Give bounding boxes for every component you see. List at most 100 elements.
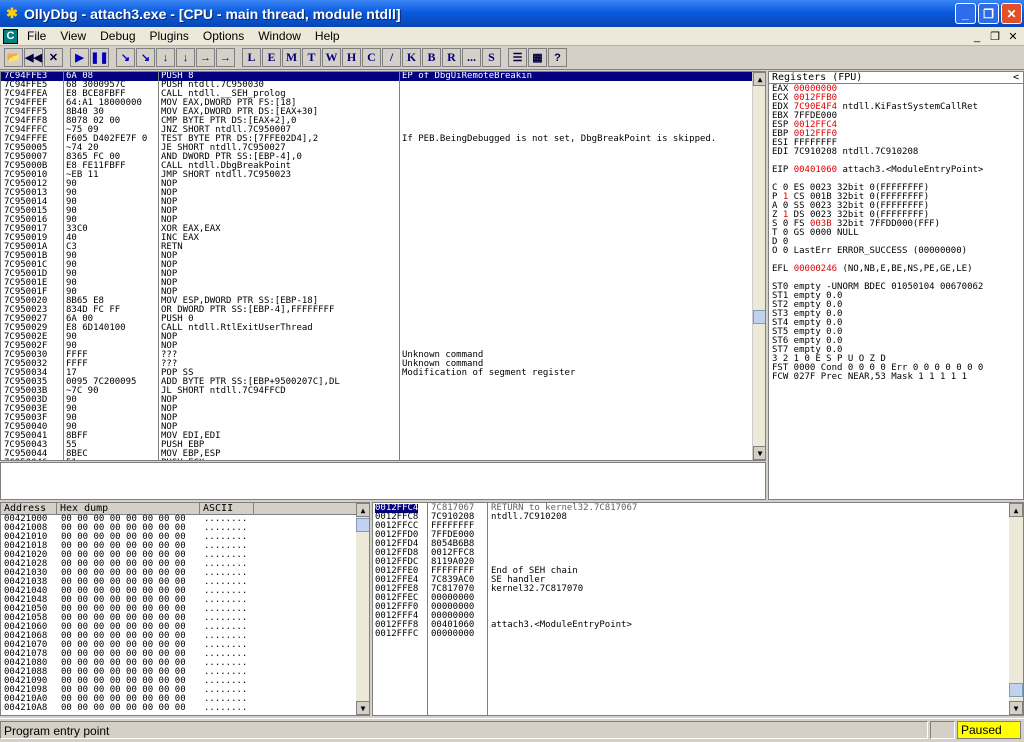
- disassembly-row[interactable]: 7C950017 33C0 XOR EAX,EAX: [1, 225, 765, 234]
- disassembly-row[interactable]: 7C950014 90 NOP: [1, 198, 765, 207]
- cpu-window-icon[interactable]: C: [3, 28, 18, 44]
- registers-header[interactable]: Registers (FPU) <: [769, 72, 1023, 84]
- disassembly-row[interactable]: 7C950019 40 INC EAX: [1, 234, 765, 243]
- menu-window[interactable]: Window: [251, 29, 308, 43]
- ollydbg-bug-icon[interactable]: ✱: [4, 5, 20, 22]
- scroll-down-icon[interactable]: ▼: [753, 446, 765, 460]
- register-line[interactable]: EFL 00000246 (NO,NB,E,BE,NS,PE,GE,LE): [769, 265, 1023, 274]
- menu-help[interactable]: Help: [308, 29, 347, 43]
- disassembly-row[interactable]: 7C94FFFE F605 D402FE7F 0 TEST BYTE PTR DS:…: [1, 135, 765, 144]
- executables-button[interactable]: E: [262, 48, 281, 67]
- register-line[interactable]: EDI 7C910208 ntdll.7C910208: [769, 148, 1023, 157]
- register-line[interactable]: O 0 LastErr ERROR_SUCCESS (00000000): [769, 247, 1023, 256]
- list-icon[interactable]: ☰: [508, 48, 527, 67]
- scroll-up-icon[interactable]: ▲: [356, 503, 369, 517]
- disassembly-scrollbar[interactable]: ▲ ▼: [752, 72, 765, 460]
- dump-scrollbar[interactable]: ▲ ▼: [356, 503, 369, 715]
- collapse-arrow-icon[interactable]: <: [1013, 72, 1019, 84]
- menu-debug[interactable]: Debug: [93, 29, 142, 43]
- mdi-close-icon[interactable]: ✕: [1006, 30, 1020, 43]
- source-button[interactable]: S: [482, 48, 501, 67]
- disassembly-row[interactable]: 7C950044 8BEC MOV EBP,ESP: [1, 450, 765, 459]
- scroll-down-icon[interactable]: ▼: [356, 701, 369, 715]
- disassembly-row[interactable]: 7C950046 51 PUSH ECX: [1, 459, 765, 461]
- disassembly-row[interactable]: 7C94FFEF 64:A1 18000000 MOV EAX,DWORD PTR …: [1, 99, 765, 108]
- disassembly-row[interactable]: 7C95002E 90 NOP: [1, 333, 765, 342]
- disassembly-row[interactable]: 7C95001E 90 NOP: [1, 279, 765, 288]
- memory-map-button[interactable]: M: [282, 48, 301, 67]
- go-to-icon[interactable]: →: [216, 48, 235, 67]
- step-over-icon[interactable]: ↘: [136, 48, 155, 67]
- disassembly-row[interactable]: 7C950032 FFFF??? Unknown command: [1, 360, 765, 369]
- minimize-button[interactable]: _: [955, 3, 976, 24]
- handles-button[interactable]: H: [342, 48, 361, 67]
- disassembly-row[interactable]: 7C95001C 90 NOP: [1, 261, 765, 270]
- disassembly-row[interactable]: 7C94FFF8 8078 02 00 CMP BYTE PTR DS:[EAX+2…: [1, 117, 765, 126]
- execute-till-return-icon[interactable]: →: [196, 48, 215, 67]
- cpu-button[interactable]: C: [362, 48, 381, 67]
- disassembly-row[interactable]: 7C95001B 90 NOP: [1, 252, 765, 261]
- disassembly-row[interactable]: 7C950016 90 NOP: [1, 216, 765, 225]
- trace-into-icon[interactable]: ↓: [156, 48, 175, 67]
- register-line[interactable]: FCW 027F Prec NEAR,53 Mask 1 1 1 1 1: [769, 373, 1023, 382]
- disassembly-row[interactable]: 7C950043 55 PUSH EBP: [1, 441, 765, 450]
- scroll-thumb[interactable]: [1009, 683, 1023, 697]
- close-program-icon[interactable]: ✕: [44, 48, 63, 67]
- disassembly-row[interactable]: 7C950029 E8 6D140100 CALL ntdll.RtlExitUse…: [1, 324, 765, 333]
- disassembly-row[interactable]: 7C950012 90 NOP: [1, 180, 765, 189]
- stack-row[interactable]: 0012FFFC 00000000: [373, 630, 1023, 639]
- disassembly-row[interactable]: 7C95003E 90 NOP: [1, 405, 765, 414]
- run-trace-button[interactable]: ...: [462, 48, 481, 67]
- menu-file[interactable]: File: [20, 29, 53, 43]
- mdi-minimize-icon[interactable]: _: [970, 30, 984, 43]
- scroll-thumb[interactable]: [356, 518, 369, 532]
- menu-view[interactable]: View: [53, 29, 93, 43]
- breakpoints-button[interactable]: B: [422, 48, 441, 67]
- disassembly-row[interactable]: 7C950013 90 NOP: [1, 189, 765, 198]
- run-icon[interactable]: ▶: [70, 48, 89, 67]
- disassembly-row[interactable]: 7C95003D 90 NOP: [1, 396, 765, 405]
- disassembly-row[interactable]: 7C95001F 90 NOP: [1, 288, 765, 297]
- log-window-button[interactable]: L: [242, 48, 261, 67]
- scroll-up-icon[interactable]: ▲: [1009, 503, 1023, 517]
- disassembly-row[interactable]: 7C950040 90 NOP: [1, 423, 765, 432]
- close-button[interactable]: ✕: [1001, 3, 1022, 24]
- call-stack-button[interactable]: K: [402, 48, 421, 67]
- memory-dump-pane[interactable]: Address Hex dump ASCII 00421000 00 00 00 …: [0, 502, 370, 716]
- patches-button[interactable]: /: [382, 48, 401, 67]
- dump-row[interactable]: 004210A8 00 00 00 00 00 00 00 00........: [1, 704, 369, 713]
- disassembly-row[interactable]: 7C95002F 90 NOP: [1, 342, 765, 351]
- disassembly-row[interactable]: 7C950035 0095 7C200095 ADD BYTE PTR SS:[EB…: [1, 378, 765, 387]
- disassembly-row[interactable]: 7C950030 FFFF??? Unknown command: [1, 351, 765, 360]
- disassembly-row[interactable]: 7C95001A C3 RETN: [1, 243, 765, 252]
- disassembly-pane[interactable]: 7C94FFE3 6A 08 PUSH 8 EP of DbgUiRemoteBrea…: [0, 71, 766, 461]
- stack-pane[interactable]: 0012FFC4 7C817067 RETURN to kernel32.7C817…: [372, 502, 1024, 716]
- options-icon[interactable]: ▦: [528, 48, 547, 67]
- registers-pane[interactable]: Registers (FPU) < EAX 00000000 ECX 0012FF…: [768, 71, 1024, 500]
- references-button[interactable]: R: [442, 48, 461, 67]
- scroll-down-icon[interactable]: ▼: [1009, 701, 1023, 715]
- dump-header-hex[interactable]: Hex dump: [57, 503, 200, 514]
- dump-header-address[interactable]: Address: [1, 503, 57, 514]
- pause-icon[interactable]: ❚❚: [90, 48, 109, 67]
- stack-scrollbar[interactable]: ▲ ▼: [1009, 503, 1023, 715]
- register-line[interactable]: EIP 00401060 attach3.<ModuleEntryPoint>: [769, 166, 1023, 175]
- info-pane[interactable]: [0, 462, 766, 500]
- disassembly-row[interactable]: 7C95003B ~7C 90 JL SHORT ntdll.7C94FFCD: [1, 387, 765, 396]
- dump-header-ascii[interactable]: ASCII: [200, 503, 254, 514]
- menu-options[interactable]: Options: [196, 29, 251, 43]
- open-icon[interactable]: 📂: [4, 48, 23, 67]
- disassembly-row[interactable]: 7C950041 8BFF MOV EDI,EDI: [1, 432, 765, 441]
- disassembly-row[interactable]: 7C95001D 90 NOP: [1, 270, 765, 279]
- trace-over-icon[interactable]: ↓: [176, 48, 195, 67]
- disassembly-row[interactable]: 7C950023 834D FC FF OR DWORD PTR SS:[EBP-4…: [1, 306, 765, 315]
- disassembly-row[interactable]: 7C950010 ~EB 11 JMP SHORT ntdll.7C950023: [1, 171, 765, 180]
- disassembly-row[interactable]: 7C95000B E8 FE11FBFF CALL ntdll.DbgBreakPo…: [1, 162, 765, 171]
- scroll-up-icon[interactable]: ▲: [753, 72, 765, 86]
- help-icon[interactable]: ?: [548, 48, 567, 67]
- scroll-thumb[interactable]: [753, 310, 765, 324]
- threads-button[interactable]: T: [302, 48, 321, 67]
- windows-button[interactable]: W: [322, 48, 341, 67]
- mdi-restore-icon[interactable]: ❐: [988, 30, 1002, 43]
- disassembly-row[interactable]: 7C950015 90 NOP: [1, 207, 765, 216]
